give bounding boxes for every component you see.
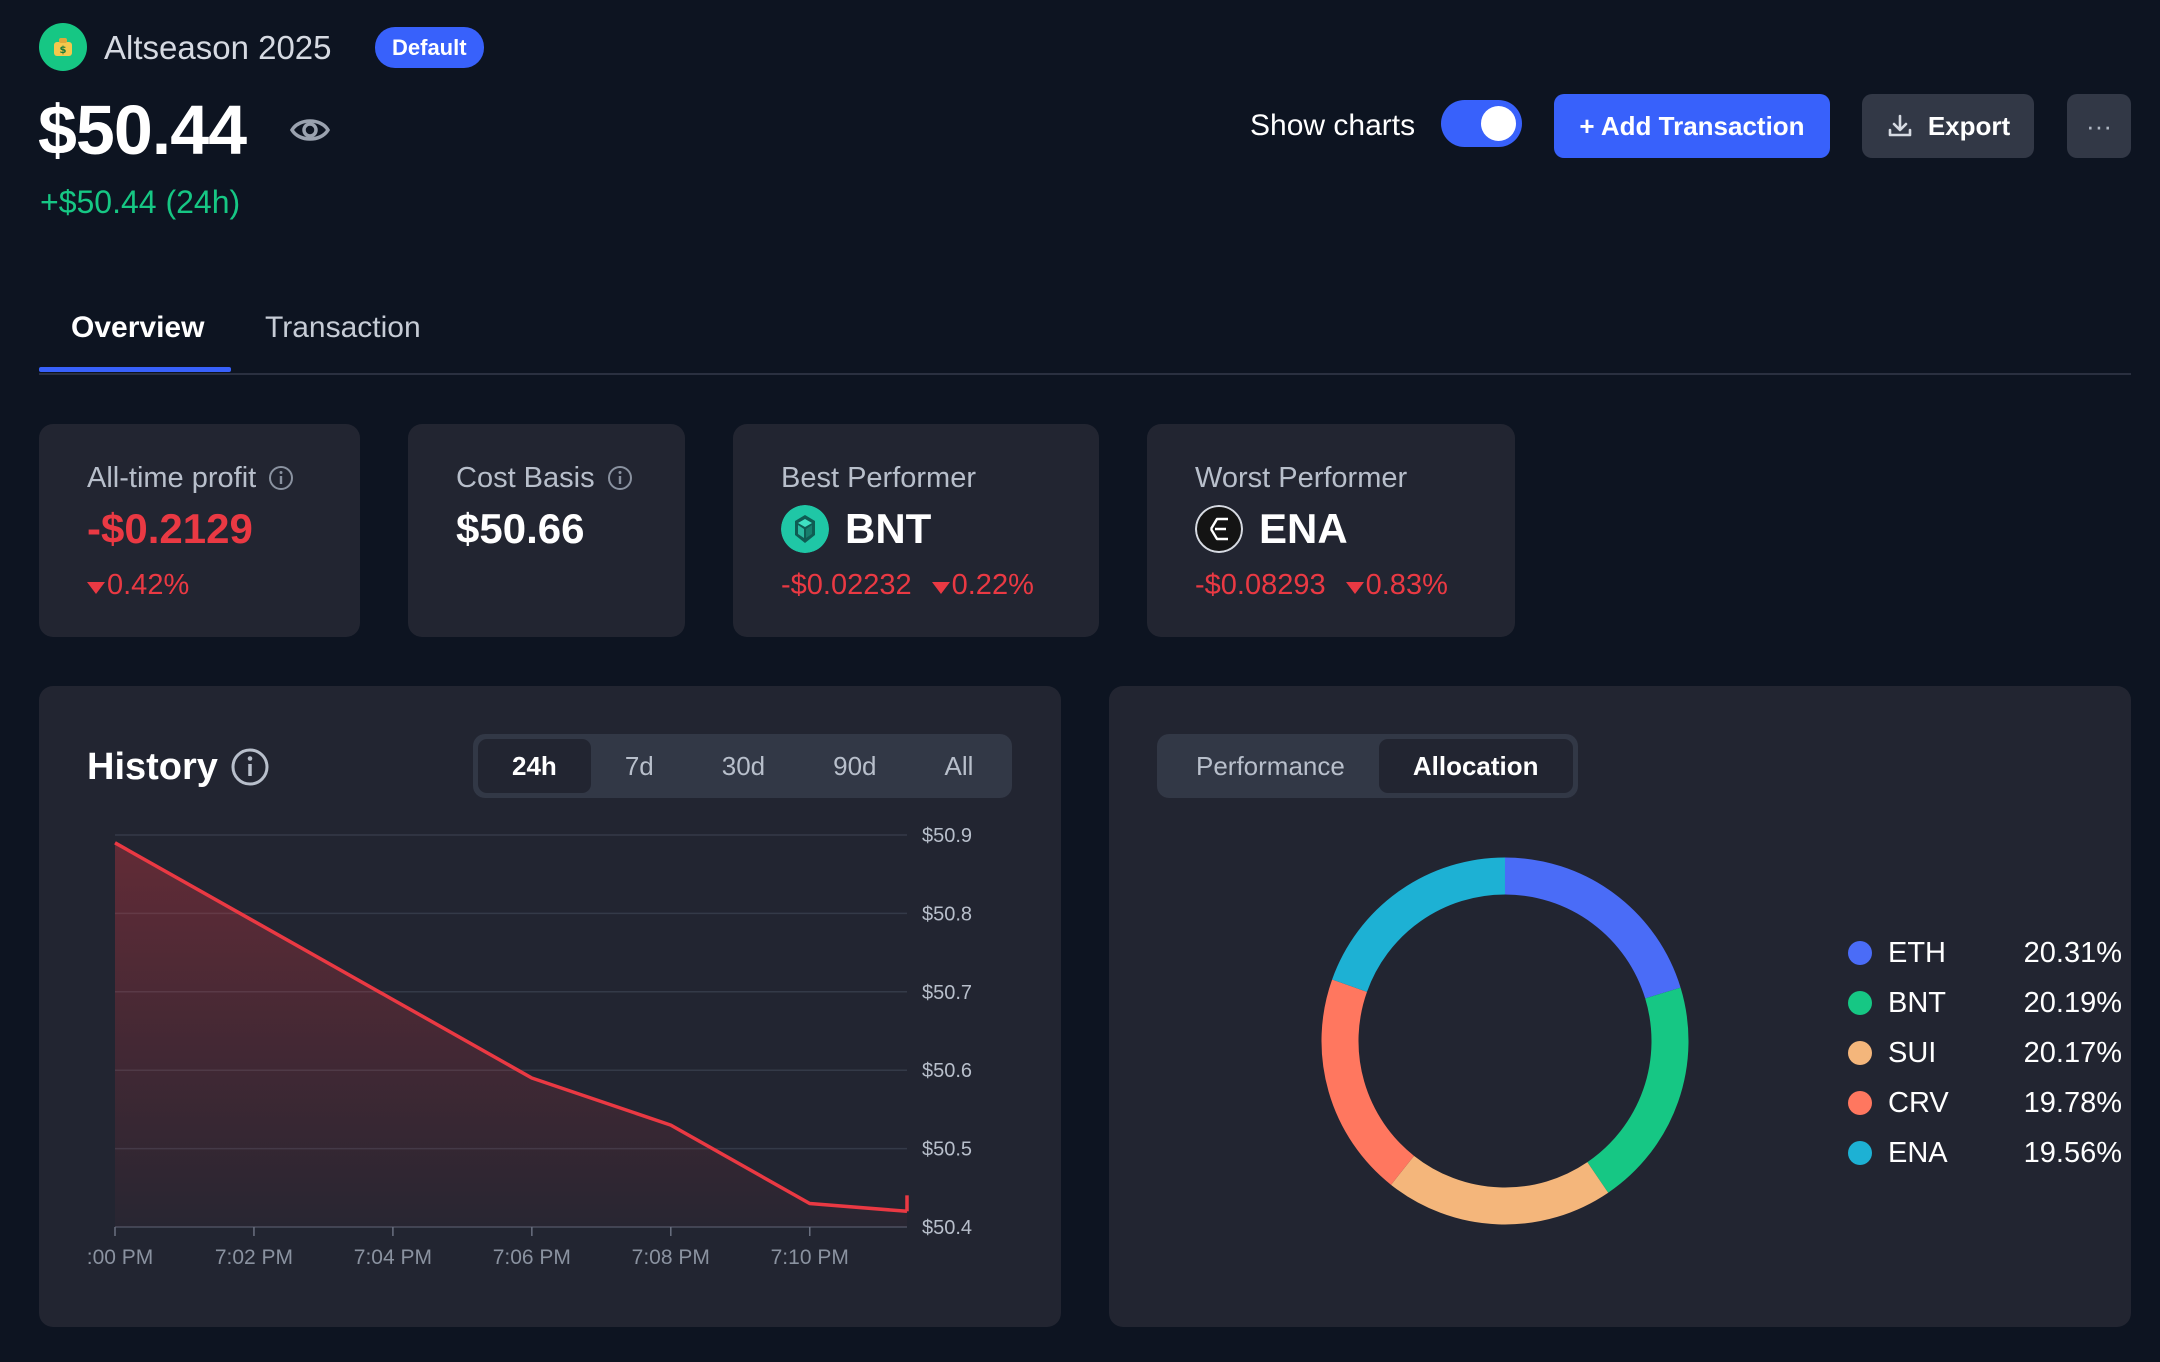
legend-percent: 20.17%	[2023, 1036, 2122, 1069]
legend-name: ETH	[1888, 936, 1946, 969]
legend-name: BNT	[1888, 986, 1946, 1019]
legend-item-eth[interactable]: ETH 20.31%	[1848, 928, 2122, 978]
legend-name: SUI	[1888, 1036, 1937, 1069]
legend-item-sui[interactable]: SUI 20.17%	[1848, 1028, 2122, 1078]
legend-dot	[1848, 991, 1872, 1015]
allocation-donut-chart	[1321, 857, 1689, 1225]
legend-percent: 20.31%	[2023, 936, 2122, 969]
legend-dot	[1848, 1091, 1872, 1115]
legend-percent: 19.56%	[2023, 1136, 2122, 1169]
donut-slice-sui[interactable]	[1391, 1155, 1609, 1225]
donut-slice-ena[interactable]	[1332, 857, 1506, 993]
x-tick-label: :00 PM	[87, 1246, 154, 1269]
legend-item-crv[interactable]: CRV 19.78%	[1848, 1078, 2122, 1128]
legend-percent: 19.78%	[2023, 1086, 2122, 1119]
allocation-legend: ETH 20.31% BNT 20.19% SUI 20.17% CRV 19.78% ENA 1…	[1848, 928, 2122, 1178]
legend-item-ena[interactable]: ENA 19.56%	[1848, 1128, 2122, 1178]
y-tick-label: $50.6	[922, 1060, 972, 1082]
x-tick-label: 7:10 PM	[771, 1246, 849, 1269]
legend-item-bnt[interactable]: BNT 20.19%	[1848, 978, 2122, 1028]
legend-dot	[1848, 941, 1872, 965]
y-tick-label: $50.8	[922, 903, 972, 925]
charts-layer: $50.9 $50.8 $50.7 $50.6 $50.5 $50.4 :00 PM 7:02…	[87, 825, 1689, 1269]
x-tick-label: 7:02 PM	[215, 1246, 293, 1269]
donut-slice-bnt[interactable]	[1587, 987, 1689, 1193]
x-tick-label: 7:08 PM	[632, 1246, 710, 1269]
donut-slice-crv[interactable]	[1321, 979, 1415, 1185]
legend-percent: 20.19%	[2023, 986, 2122, 1019]
legend-dot	[1848, 1141, 1872, 1165]
y-tick-label: $50.9	[922, 825, 972, 847]
legend-name: CRV	[1888, 1086, 1949, 1119]
legend-name: ENA	[1888, 1136, 1948, 1169]
legend-dot	[1848, 1041, 1872, 1065]
history-area	[115, 842, 907, 1227]
x-tick-label: 7:06 PM	[493, 1246, 571, 1269]
y-tick-label: $50.7	[922, 982, 972, 1004]
x-tick-label: 7:04 PM	[354, 1246, 432, 1269]
history-chart: $50.9 $50.8 $50.7 $50.6 $50.5 $50.4 :00 PM 7:02…	[87, 825, 972, 1269]
y-tick-label: $50.4	[922, 1217, 972, 1239]
y-tick-label: $50.5	[922, 1139, 972, 1161]
donut-slice-eth[interactable]	[1504, 857, 1681, 999]
